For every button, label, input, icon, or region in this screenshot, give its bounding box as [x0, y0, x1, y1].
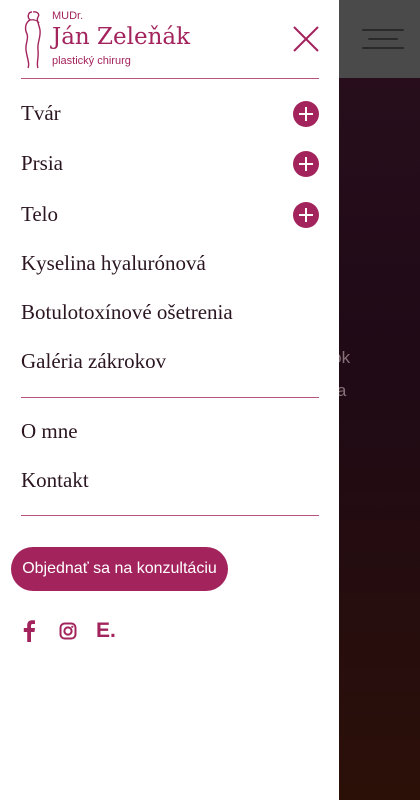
- logo-prefix: MUDr.: [52, 10, 84, 22]
- facebook-icon[interactable]: [22, 620, 36, 642]
- menu-item-label: Prsia: [21, 151, 63, 175]
- menu-item-label: Kyselina hyalurónová: [21, 251, 206, 275]
- close-icon[interactable]: [292, 25, 320, 53]
- instagram-icon[interactable]: [59, 620, 77, 642]
- divider: [21, 78, 319, 79]
- logo-subtitle: plastický chirurg: [52, 55, 131, 67]
- menu-item-galeria-zakrokov[interactable]: Galéria zákrokov: [21, 342, 319, 382]
- menu-item-prsia[interactable]: Prsia: [21, 144, 319, 184]
- menu-item-label: Kontakt: [21, 468, 89, 492]
- navigation-drawer: MUDr. Ján Zeleňák plastický chirurg Tvár…: [0, 0, 339, 800]
- menu-item-tvar[interactable]: Tvár: [21, 94, 319, 134]
- menu-item-label: O mne: [21, 419, 78, 443]
- menu-item-label: Botulotoxínové ošetrenia: [21, 300, 233, 324]
- menu-item-kontakt[interactable]: Kontakt: [21, 461, 319, 501]
- menu-item-telo[interactable]: Telo: [21, 195, 319, 235]
- hamburger-menu-icon[interactable]: [362, 24, 404, 54]
- logo[interactable]: MUDr. Ján Zeleňák plastický chirurg: [18, 8, 218, 70]
- divider: [21, 397, 319, 398]
- divider: [21, 515, 319, 516]
- plus-icon[interactable]: [293, 101, 319, 127]
- menu-item-label: Telo: [21, 202, 59, 226]
- logo-figure-icon: [24, 11, 41, 69]
- e-brand-icon[interactable]: E.: [96, 620, 116, 642]
- menu-item-label: Tvár: [21, 101, 61, 125]
- menu-item-o-mne[interactable]: O mne: [21, 412, 319, 452]
- menu-item-label: Galéria zákrokov: [21, 349, 167, 373]
- plus-icon[interactable]: [293, 151, 319, 177]
- menu-item-kyselina-hyaluronova[interactable]: Kyselina hyalurónová: [21, 244, 319, 284]
- logo-name: Ján Zeleňák: [52, 24, 191, 50]
- book-consultation-button[interactable]: Objednať sa na konzultáciu: [11, 547, 228, 591]
- menu-item-botulotoxinove-osetrenia[interactable]: Botulotoxínové ošetrenia: [21, 293, 319, 333]
- plus-icon[interactable]: [293, 202, 319, 228]
